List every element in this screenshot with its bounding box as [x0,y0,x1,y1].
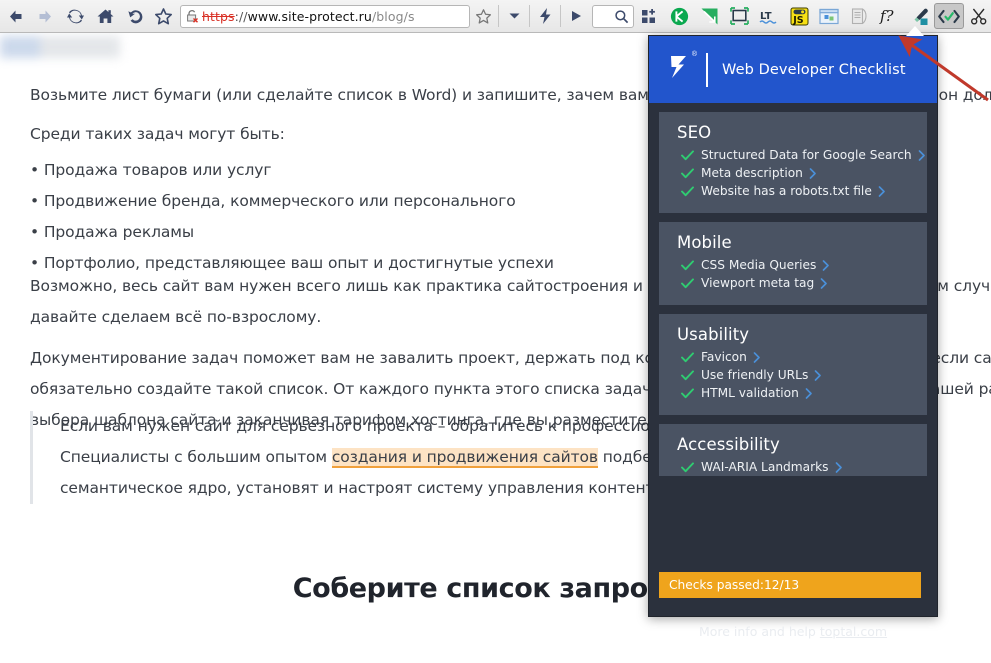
search-icon [615,9,629,23]
add-tiles-icon[interactable] [634,1,664,31]
url-text: https://www.site-protect.ru/blog/s [202,9,415,24]
check-label: Structured Data for Google Search [701,148,912,162]
javascript-toggle-icon[interactable]: JS [784,1,814,31]
check-tick-icon [681,185,694,197]
check-tick-icon [681,387,694,399]
check-item[interactable]: Meta description [659,164,927,182]
kaspersky-icon[interactable] [664,1,694,31]
check-tick-icon [681,277,694,289]
section-usability: Usability Favicon Use friendly URLs HTML… [659,314,927,415]
check-tick-icon [681,149,694,161]
url-scheme: https [202,8,235,24]
reload-button[interactable] [60,1,90,31]
popup-header: ® Web Developer Checklist [649,36,937,103]
url-path: /blog/s [371,8,415,24]
screenshot-frame-icon[interactable] [724,1,754,31]
toolbar-divider [498,5,499,27]
footer-text: More info and help [698,623,816,639]
font-inspector-icon[interactable]: f? [874,1,904,31]
check-label: WAI-ARIA Landmarks [701,460,829,474]
forward-button[interactable] [30,1,60,31]
header-divider [706,52,708,87]
address-bar-star-icon[interactable] [470,3,496,29]
list-item: • Продвижение бренда, коммерческого или … [30,192,516,210]
status-badge: Checks passed:12/13 [659,572,921,598]
list-item: • Продажа товаров или услуг [30,161,272,179]
footer-link[interactable]: toptal.com [820,624,887,639]
green-arrow-icon[interactable] [694,1,724,31]
scissors-icon[interactable] [964,1,991,31]
chevron-right-icon[interactable] [820,277,828,289]
check-label: Favicon [701,350,747,364]
section-title: Accessibility [677,435,780,454]
bookmark-star-button[interactable] [150,3,176,29]
languagetool-icon[interactable]: LT [754,1,784,31]
check-label: Website has a robots.txt file [701,184,872,198]
highlighted-link[interactable]: создания и продвижения сайтов [331,448,598,468]
status-badge-label: Checks passed:12/13 [669,578,800,592]
check-label: Use friendly URLs [701,368,809,382]
toolbar-divider [529,5,530,27]
url-host: www.site-protect.ru [247,8,372,24]
chevron-right-icon[interactable] [753,351,761,363]
check-tick-icon [681,369,694,381]
check-tick-icon [681,351,694,363]
bullet-list: • Продажа товаров или услуг • Продвижени… [30,155,554,279]
check-item[interactable]: Favicon [659,348,927,366]
window-tools-icon[interactable] [814,1,844,31]
check-tick-icon [681,167,694,179]
search-input[interactable] [592,4,634,28]
broken-lock-icon [185,9,199,23]
check-tick-icon [681,461,694,473]
popup-title: Web Developer Checklist [722,61,906,78]
web-developer-checklist-popup: ® Web Developer Checklist SEO Structured… [648,35,938,639]
lightning-icon[interactable] [532,1,558,31]
check-label: HTML validation [701,386,799,400]
section-accessibility: Accessibility WAI-ARIA Landmarks [659,424,927,476]
address-bar[interactable]: https://www.site-protect.ru/blog/s [180,4,470,28]
check-label: Meta description [701,166,803,180]
check-tick-icon [681,259,694,271]
quote-line-2-pre: Специалисты с большим опытом [60,448,332,466]
chevron-right-icon[interactable] [814,369,822,381]
check-item[interactable]: Viewport meta tag [659,274,927,292]
svg-text:f?: f? [879,7,895,25]
section-title: SEO [677,123,712,142]
chevron-right-icon[interactable] [822,259,830,271]
svg-text:JS: JS [792,15,804,26]
chevron-right-icon[interactable] [835,461,843,473]
check-item[interactable]: CSS Media Queries [659,256,927,274]
list-item: • Продажа рекламы [30,223,195,241]
chevron-down-icon[interactable] [501,1,527,31]
web-developer-checklist-icon[interactable] [934,3,964,29]
section-mobile: Mobile CSS Media Queries Viewport meta t… [659,222,927,305]
chevron-right-icon[interactable] [809,167,817,179]
check-item[interactable]: Use friendly URLs [659,366,927,384]
check-item[interactable]: Website has a robots.txt file [659,182,927,200]
browser-toolbar: https://www.site-protect.ru/blog/s LT JS… [0,0,991,33]
section-title: Usability [677,325,750,344]
chevron-right-icon[interactable] [878,185,886,197]
toptal-logo-icon: ® [667,51,697,87]
back-button[interactable] [0,1,30,31]
check-item[interactable]: WAI-ARIA Landmarks [659,458,927,476]
check-item[interactable]: HTML validation [659,384,927,402]
registered-mark: ® [691,51,697,58]
toolbar-divider [560,5,561,27]
popup-pointer-arrow [906,26,924,36]
section-seo: SEO Structured Data for Google Search Me… [659,112,927,213]
chevron-right-icon[interactable] [805,387,813,399]
check-label: Viewport meta tag [701,276,815,290]
check-item[interactable]: Structured Data for Google Search [659,146,927,164]
popup-footer: More info and help toptal.com [649,614,937,648]
url-separator: :// [234,8,248,24]
chevron-right-icon[interactable] [918,149,926,161]
play-icon[interactable] [563,1,589,31]
notes-icon[interactable] [844,1,874,31]
undo-button[interactable] [120,1,150,31]
blurred-widget [0,36,120,58]
home-button[interactable] [90,1,120,31]
check-label: CSS Media Queries [701,258,817,272]
section-title: Mobile [677,233,732,252]
